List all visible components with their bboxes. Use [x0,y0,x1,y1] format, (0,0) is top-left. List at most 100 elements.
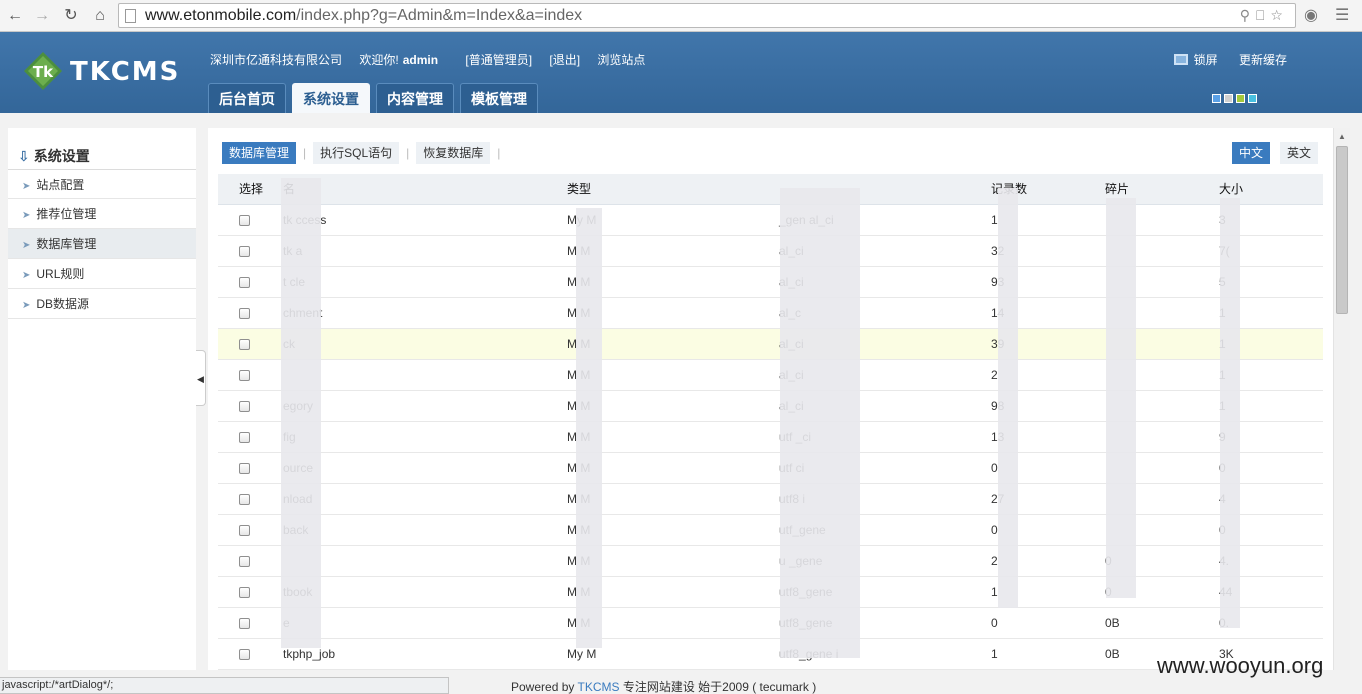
sidebar-collapse-button[interactable]: ◀ [196,350,206,406]
table-row[interactable]: tbookM Mutf8_gene1044 [218,576,1323,608]
row-checkbox[interactable] [239,648,250,660]
row-checkbox[interactable] [239,462,250,474]
bullet-icon: ➤ [22,210,31,221]
row-checkbox[interactable] [239,493,250,505]
sidebar-item-url-rules[interactable]: ➤ URL规则 [8,259,196,289]
status-bar: javascript:/*artDialog*/; [0,677,449,694]
top-info: 深圳市亿通科技有限公司 欢迎你! admin [普通管理员] [退出] 浏览站点 [210,51,659,68]
scroll-thumb[interactable] [1336,146,1348,314]
col-select: 选择 [218,174,283,205]
row-checkbox[interactable] [239,586,250,598]
row-checkbox[interactable] [239,555,250,567]
table-row[interactable]: M Mu _gene204. [218,545,1323,577]
sidebar-item-recommend[interactable]: ➤ 推荐位管理 [8,199,196,229]
table-row[interactable]: backM Mutf_gene00 [218,514,1323,546]
table-row[interactable]: tk aM M al_ci327( [218,235,1323,267]
table-name-cell: ck [283,328,567,360]
row-checkbox[interactable] [239,617,250,629]
table-row[interactable]: nloadM Mutf8 i274 [218,483,1323,515]
tab-template[interactable]: 模板管理 [460,83,538,113]
table-row[interactable]: ckM M al_ci391 [218,328,1323,360]
table-row[interactable]: tk ccessMy M _gen al_ci13 [218,204,1323,236]
address-bar[interactable]: www.etonmobile.com/index.php?g=Admin&m=I… [118,3,1296,28]
lang-english[interactable]: 英文 [1279,142,1318,164]
table-name-cell: t cle [283,266,567,298]
table-row[interactable]: chmentM M al_c141 [218,297,1323,329]
select-cell [218,483,283,515]
select-cell [218,266,283,298]
footer: Powered by TKCMS 专注网站建设 始于2009 ( tecumar… [511,680,817,694]
row-checkbox[interactable] [239,524,250,536]
language-tabs: 中文 英文 [1222,142,1318,164]
page-scrollbar[interactable]: ▲ [1333,128,1350,670]
table-row[interactable]: figM Mutf _ci139 [218,421,1323,453]
url-text[interactable]: www.etonmobile.com/index.php?g=Admin&m=I… [145,7,582,25]
logout-link[interactable]: [退出] [549,53,580,67]
bullet-icon: ➤ [22,240,31,251]
watermark: www.wooyun.org [1157,653,1324,678]
back-icon[interactable]: ← [4,5,26,27]
tab-home[interactable]: 后台首页 [208,83,286,113]
table-row[interactable]: ourceM Mutf ci00 [218,452,1323,484]
subtab-db-manage[interactable]: 数据库管理 [222,142,297,164]
subtab-restore-db[interactable]: 恢复数据库 [416,142,491,164]
table-row[interactable]: eM Mutf8_gene00B0. [218,607,1323,639]
row-checkbox[interactable] [239,369,250,381]
select-cell [218,390,283,422]
privacy-mask [1106,198,1136,598]
extension-icon[interactable]: ◉ [1304,5,1318,25]
table-name-cell: tkphp_job [283,638,567,670]
table-row[interactable]: t cleM M al_ci935 [218,266,1323,298]
table-name-cell: egory [283,390,567,422]
row-checkbox[interactable] [239,245,250,257]
tab-content[interactable]: 内容管理 [376,83,454,113]
company-name: 深圳市亿通科技有限公司 [210,53,343,67]
privacy-mask [576,208,602,648]
row-checkbox[interactable] [239,276,250,288]
skin-cyan[interactable] [1248,94,1257,103]
table-name-cell: chment [283,297,567,329]
fragment-cell: 0B [1105,607,1219,639]
sidebar-item-db-source[interactable]: ➤ DB数据源 [8,289,196,319]
table-name-cell: tk ccess [283,204,567,236]
scroll-up-icon[interactable]: ▲ [1338,132,1346,141]
browser-toolbar: ← → ↻ ⌂ www.etonmobile.com/index.php?g=A… [0,0,1362,32]
table-name-cell: e [283,607,567,639]
forward-icon[interactable]: → [31,5,53,27]
sidebar-item-site-config[interactable]: ➤ 站点配置 [8,169,196,199]
lock-screen-link[interactable]: 锁屏 [1194,53,1218,67]
table-name-cell: nload [283,483,567,515]
privacy-mask [281,178,321,648]
database-table: 选择 名 类型 记录数 碎片 大小 tk ccessMy M _gen al_c… [218,174,1323,670]
skin-green[interactable] [1236,94,1245,103]
subtab-exec-sql[interactable]: 执行SQL语句 [313,142,400,164]
tab-system-settings[interactable]: 系统设置 [292,83,370,113]
table-row[interactable]: egoryM M al_ci981 [218,390,1323,422]
row-checkbox[interactable] [239,214,250,226]
sidebar-item-database[interactable]: ➤ 数据库管理 [8,229,196,259]
skin-gray[interactable] [1224,94,1233,103]
row-checkbox[interactable] [239,431,250,443]
select-cell [218,421,283,453]
select-cell [218,607,283,639]
skin-blue[interactable] [1212,94,1221,103]
row-checkbox[interactable] [239,307,250,319]
row-checkbox[interactable] [239,400,250,412]
privacy-mask [780,188,860,658]
menu-icon[interactable]: ☰ [1335,5,1349,25]
skin-switcher [1209,92,1257,106]
reload-icon[interactable]: ↻ [60,5,82,27]
update-cache-link[interactable]: 更新缓存 [1239,53,1287,67]
privacy-mask [998,188,1018,608]
row-checkbox[interactable] [239,338,250,350]
bookmark-star-icon[interactable]: ⚲⎕☆ [1240,7,1289,24]
table-name-cell: fig [283,421,567,453]
svg-text:Tk: Tk [33,63,54,81]
home-icon[interactable]: ⌂ [89,5,111,27]
table-row[interactable]: M M al_ci21 [218,359,1323,391]
footer-brand-link[interactable]: TKCMS [578,680,620,694]
browse-site-link[interactable]: 浏览站点 [597,53,645,67]
admin-header: Tk TKCMS 深圳市亿通科技有限公司 欢迎你! admin [普通管理员] [… [0,32,1362,113]
lang-chinese[interactable]: 中文 [1231,142,1270,164]
privacy-mask [1220,198,1240,628]
